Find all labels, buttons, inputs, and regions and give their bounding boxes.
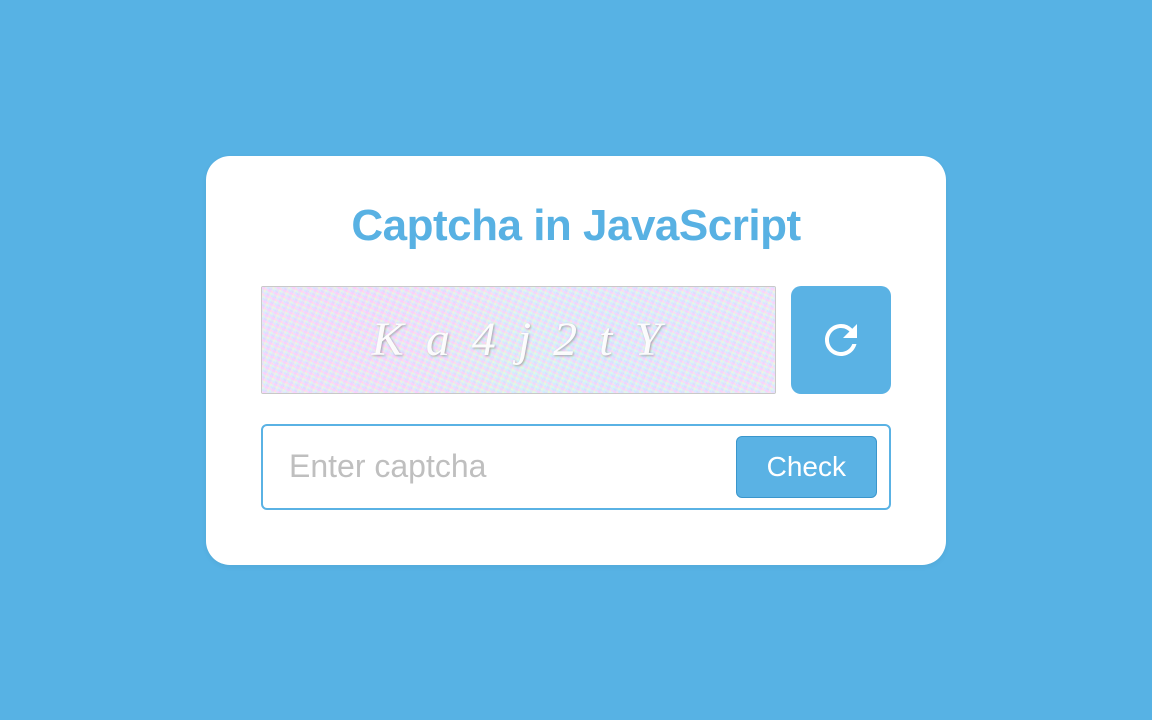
captcha-text: Ka4j2tY bbox=[262, 287, 775, 393]
captcha-row: Ka4j2tY bbox=[261, 286, 891, 394]
check-button[interactable]: Check bbox=[736, 436, 877, 498]
captcha-card: Captcha in JavaScript Ka4j2tY Check bbox=[206, 156, 946, 565]
captcha-input[interactable] bbox=[289, 448, 724, 485]
refresh-icon bbox=[817, 316, 865, 364]
refresh-button[interactable] bbox=[791, 286, 891, 394]
input-row: Check bbox=[261, 424, 891, 510]
captcha-display: Ka4j2tY bbox=[261, 286, 776, 394]
page-title: Captcha in JavaScript bbox=[261, 201, 891, 251]
